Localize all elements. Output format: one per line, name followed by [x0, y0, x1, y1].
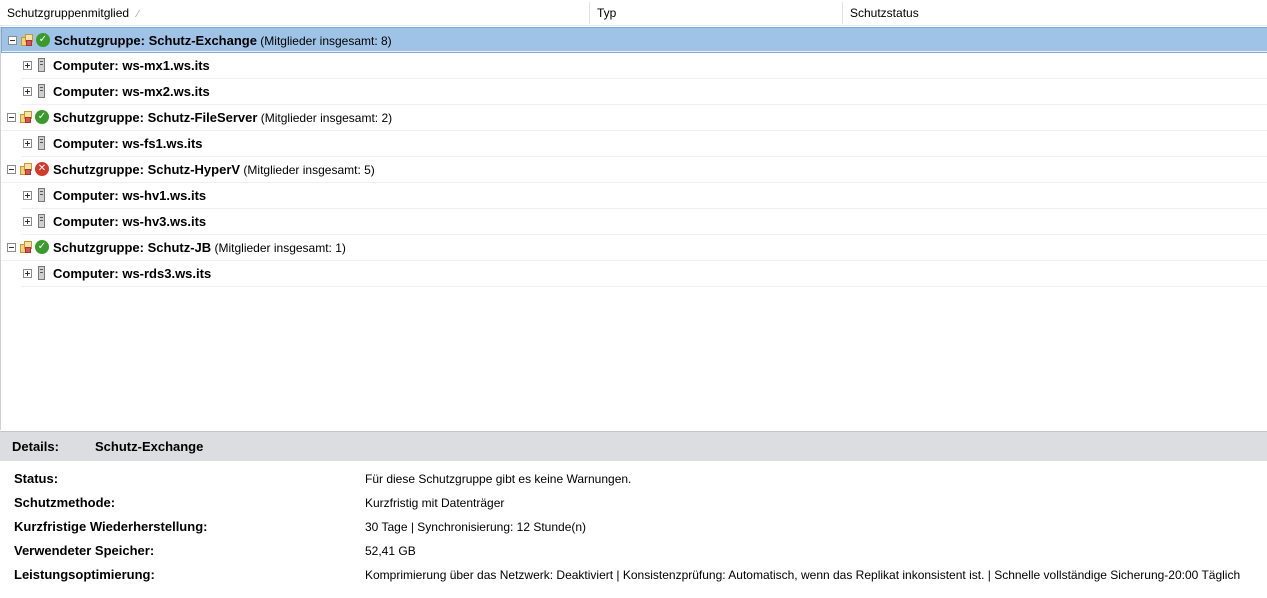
- details-label: Details:: [12, 439, 59, 454]
- tree-row-computer[interactable]: Computer: ws-hv3.ws.its: [1, 209, 1267, 235]
- member-count: (Mitglieder insgesamt: 5): [240, 163, 375, 177]
- detail-property: Status: Für diese Schutzgruppe gibt es ke…: [0, 467, 1267, 491]
- column-header-label: Schutzgruppenmitglied: [7, 6, 130, 20]
- sort-indicator-icon: ⁄: [137, 9, 139, 20]
- row-name: Computer: ws-fs1.ws.its: [53, 136, 203, 151]
- server-icon: [38, 84, 45, 98]
- detail-property-value: 30 Tage | Synchronisierung: 12 Stunde(n): [365, 520, 587, 534]
- detail-property-key: Verwendeter Speicher:: [14, 543, 155, 558]
- ok-check-icon: ✓: [35, 240, 49, 254]
- tree-row-computer[interactable]: Computer: ws-mx1.ws.its: [1, 53, 1267, 79]
- tree-row-computer[interactable]: Computer: ws-fs1.ws.its: [1, 131, 1267, 157]
- member-count: (Mitglieder insgesamt: 8): [256, 34, 392, 48]
- column-header: Schutzgruppenmitglied ⁄ Typ Schutzstatus: [0, 0, 1267, 26]
- server-icon: [38, 58, 45, 72]
- detail-property-value: Für diese Schutzgruppe gibt es keine War…: [365, 472, 632, 486]
- details-header: Details: Schutz-Exchange: [0, 431, 1267, 461]
- tree-row-label: Schutzgruppe: Schutz-FileServer (Mitglie…: [53, 105, 392, 131]
- collapse-toggle-icon[interactable]: [8, 36, 17, 45]
- row-name: Computer: ws-mx1.ws.its: [53, 58, 210, 73]
- tree-row-group[interactable]: ✕ Schutzgruppe: Schutz-HyperV (Mitglieder…: [1, 157, 1267, 183]
- column-header-type[interactable]: Typ: [590, 0, 616, 26]
- expand-toggle-icon[interactable]: [23, 139, 32, 148]
- column-header-member[interactable]: Schutzgruppenmitglied ⁄: [0, 0, 139, 26]
- row-divider: [21, 286, 1267, 287]
- tree-row-computer[interactable]: Computer: ws-hv1.ws.its: [1, 183, 1267, 209]
- row-name: Computer: ws-rds3.ws.its: [53, 266, 212, 281]
- details-properties: Status: Für diese Schutzgruppe gibt es ke…: [0, 461, 1267, 598]
- collapse-toggle-icon[interactable]: [7, 165, 16, 174]
- protection-group-icon: [20, 163, 34, 176]
- detail-property-value: Kurzfristig mit Datenträger: [365, 496, 505, 510]
- row-name: Schutzgruppe: Schutz-HyperV: [53, 162, 241, 177]
- detail-property-value: 52,41 GB: [365, 544, 416, 558]
- member-count: (Mitglieder insgesamt: 2): [257, 111, 393, 125]
- row-name: Schutzgruppe: Schutz-JB: [53, 240, 212, 255]
- protection-group-icon: [21, 34, 35, 47]
- tree-row-label: Schutzgruppe: Schutz-JB (Mitglieder insg…: [53, 235, 346, 261]
- expand-toggle-icon[interactable]: [23, 217, 32, 226]
- tree-row-group[interactable]: ✓ Schutzgruppe: Schutz-FileServer (Mitgli…: [1, 105, 1267, 131]
- tree-row-label: Schutzgruppe: Schutz-HyperV (Mitglieder …: [53, 157, 375, 183]
- detail-property-key: Status:: [14, 471, 59, 486]
- row-name: Schutzgruppe: Schutz-FileServer: [53, 110, 258, 125]
- detail-property: Schutzmethode: Kurzfristig mit Datenträge…: [0, 491, 1267, 515]
- server-icon: [38, 188, 45, 202]
- tree-row-label: Computer: ws-hv1.ws.its: [53, 183, 206, 209]
- tree-row-label: Computer: ws-rds3.ws.its: [53, 261, 211, 287]
- tree-row-computer[interactable]: Computer: ws-mx2.ws.its: [1, 79, 1267, 105]
- expand-toggle-icon[interactable]: [23, 87, 32, 96]
- detail-property-value: Komprimierung über das Netzwerk: Deaktiv…: [365, 568, 1241, 582]
- column-header-status[interactable]: Schutzstatus: [843, 0, 919, 26]
- error-x-icon: ✕: [35, 162, 49, 176]
- column-header-label: Typ: [597, 6, 617, 20]
- tree-row-computer[interactable]: Computer: ws-rds3.ws.its: [1, 261, 1267, 287]
- details-title: Schutz-Exchange: [95, 439, 204, 454]
- row-name: Computer: ws-hv1.ws.its: [53, 188, 207, 203]
- tree-row-label: Computer: ws-fs1.ws.its: [53, 131, 203, 157]
- protection-group-icon: [20, 111, 34, 124]
- detail-property-key: Leistungsoptimierung:: [14, 567, 155, 582]
- ok-check-icon: ✓: [36, 33, 50, 47]
- detail-property-key: Kurzfristige Wiederherstellung:: [14, 519, 208, 534]
- tree-row-label: Computer: ws-mx2.ws.its: [53, 79, 210, 105]
- tree-row-label: Computer: ws-hv3.ws.its: [53, 209, 206, 235]
- row-divider: [2, 51, 1267, 52]
- expand-toggle-icon[interactable]: [23, 191, 32, 200]
- tree-row-group[interactable]: ✓ Schutzgruppe: Schutz-Exchange (Mitglied…: [1, 27, 1267, 53]
- column-header-label: Schutzstatus: [850, 6, 919, 20]
- server-icon: [38, 266, 45, 280]
- detail-property: Kurzfristige Wiederherstellung: 30 Tage |…: [0, 515, 1267, 539]
- protection-group-tree[interactable]: ✓ Schutzgruppe: Schutz-Exchange (Mitglied…: [0, 27, 1267, 430]
- row-name: Schutzgruppe: Schutz-Exchange: [54, 33, 257, 48]
- ok-check-icon: ✓: [35, 110, 49, 124]
- expand-toggle-icon[interactable]: [23, 269, 32, 278]
- row-name: Computer: ws-hv3.ws.its: [53, 214, 207, 229]
- server-icon: [38, 136, 45, 150]
- collapse-toggle-icon[interactable]: [7, 113, 16, 122]
- expand-toggle-icon[interactable]: [23, 61, 32, 70]
- member-count: (Mitglieder insgesamt: 1): [211, 241, 346, 255]
- tree-row-label: Computer: ws-mx1.ws.its: [53, 53, 210, 79]
- protection-group-icon: [20, 241, 34, 254]
- collapse-toggle-icon[interactable]: [7, 243, 16, 252]
- detail-property: Leistungsoptimierung: Komprimierung über …: [0, 563, 1267, 587]
- server-icon: [38, 214, 45, 228]
- row-name: Computer: ws-mx2.ws.its: [53, 84, 210, 99]
- detail-property-key: Schutzmethode:: [14, 495, 116, 510]
- tree-row-group[interactable]: ✓ Schutzgruppe: Schutz-JB (Mitglieder ins…: [1, 235, 1267, 261]
- detail-property: Verwendeter Speicher: 52,41 GB: [0, 539, 1267, 563]
